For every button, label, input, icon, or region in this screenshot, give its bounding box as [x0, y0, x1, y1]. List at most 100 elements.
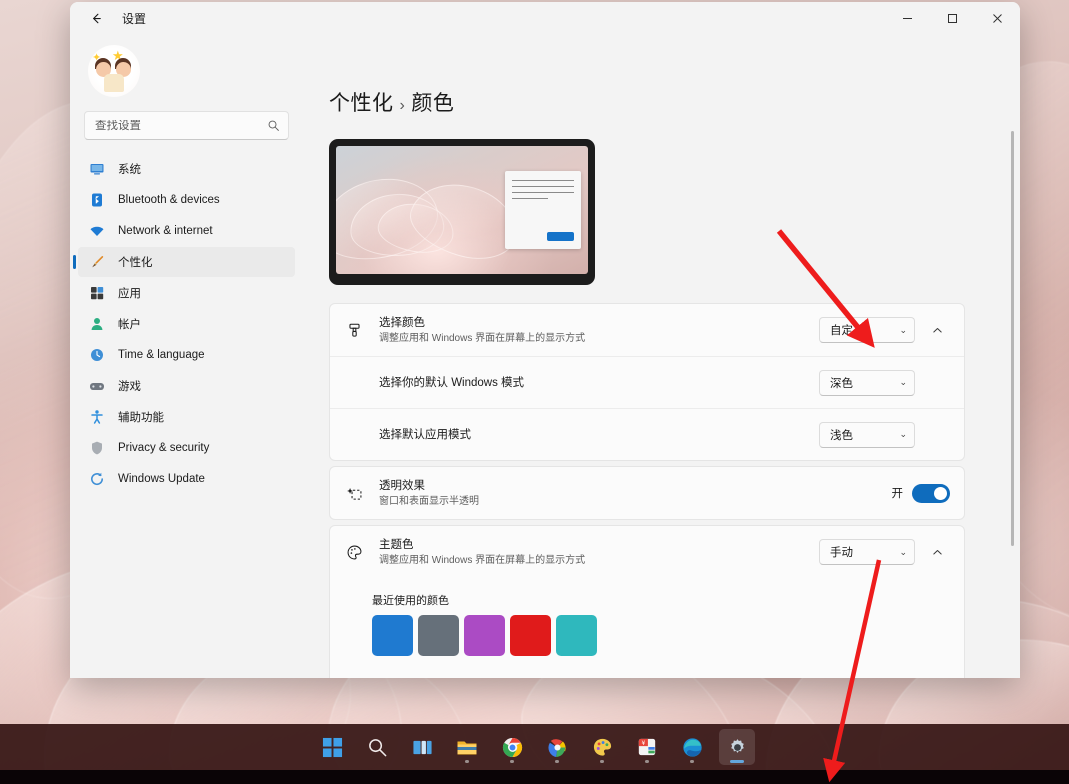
chevron-up-icon — [932, 547, 943, 558]
row-title: 选择颜色 — [379, 315, 819, 331]
choose-color-row[interactable]: 选择颜色 调整应用和 Windows 界面在屏幕上的显示方式 自定义 ⌄ — [330, 304, 964, 356]
avatar[interactable]: ✦ ★ — [88, 45, 140, 97]
app-title: 设置 — [122, 10, 146, 27]
preview-screen — [336, 146, 588, 274]
expand-collapse-button[interactable] — [924, 539, 950, 565]
paint-palette-icon — [592, 737, 613, 758]
screen-bottom-bar — [0, 770, 1069, 784]
close-button[interactable] — [975, 2, 1020, 35]
settings-button[interactable] — [719, 729, 755, 765]
sidebar-item-network-internet[interactable]: Network & internet — [78, 216, 295, 246]
window-body: ✦ ★ 系统 — [70, 35, 1020, 678]
recent-color-swatch[interactable] — [464, 615, 505, 656]
edge-button[interactable] — [674, 729, 710, 765]
search-icon — [367, 737, 388, 758]
expand-collapse-button[interactable] — [924, 317, 950, 343]
row-title: 选择你的默认 Windows 模式 — [379, 375, 819, 391]
photos-icon — [547, 737, 568, 758]
maximize-icon — [947, 13, 958, 24]
paint-button[interactable] — [584, 729, 620, 765]
accent-color-row[interactable]: 主题色 调整应用和 Windows 界面在屏幕上的显示方式 手动 ⌄ — [330, 526, 964, 578]
shield-icon — [88, 439, 106, 457]
breadcrumb: 个性化›颜色 — [329, 87, 990, 117]
sidebar-item-time-language[interactable]: Time & language — [78, 340, 295, 370]
row-text: 选择你的默认 Windows 模式 — [379, 375, 819, 391]
maximize-button[interactable] — [930, 2, 975, 35]
running-indicator — [555, 760, 559, 763]
monitor-preview — [329, 139, 595, 285]
row-subtitle: 窗口和表面显示半透明 — [379, 495, 892, 509]
settings-cards: 选择颜色 调整应用和 Windows 界面在屏幕上的显示方式 自定义 ⌄ — [329, 303, 965, 678]
choose-color-card: 选择颜色 调整应用和 Windows 界面在屏幕上的显示方式 自定义 ⌄ — [329, 303, 965, 461]
breadcrumb-separator-icon: › — [400, 97, 406, 114]
default-windows-mode-dropdown[interactable]: 深色 ⌄ — [819, 370, 915, 396]
dropdown-value: 深色 — [830, 375, 853, 391]
default-windows-mode-row[interactable]: 选择你的默认 Windows 模式 深色 ⌄ — [330, 356, 964, 408]
default-app-mode-row[interactable]: 选择默认应用模式 浅色 ⌄ — [330, 408, 964, 460]
sidebar-item-gaming[interactable]: 游戏 — [78, 371, 295, 401]
bluetooth-icon — [88, 191, 106, 209]
apps-icon — [88, 284, 106, 302]
paintbrush-icon — [343, 322, 365, 339]
accent-color-card: 主题色 调整应用和 Windows 界面在屏幕上的显示方式 手动 ⌄ — [329, 525, 965, 678]
accent-mode-dropdown[interactable]: 手动 ⌄ — [819, 539, 915, 565]
sidebar-item-windows-update[interactable]: Windows Update — [78, 464, 295, 494]
transparency-toggle[interactable] — [912, 484, 950, 503]
preview-text-line — [512, 192, 574, 193]
default-app-mode-dropdown[interactable]: 浅色 ⌄ — [819, 422, 915, 448]
file-explorer-button[interactable] — [449, 729, 485, 765]
row-controls: 自定义 ⌄ — [819, 317, 950, 343]
sidebar-item-label: Windows Update — [118, 473, 205, 485]
recent-color-swatch[interactable] — [372, 615, 413, 656]
sidebar-item-accessibility[interactable]: 辅助功能 — [78, 402, 295, 432]
toggle-knob — [934, 487, 947, 500]
main-content: 个性化›颜色 — [303, 35, 1020, 678]
back-arrow-icon — [89, 11, 104, 26]
recent-color-swatch[interactable] — [510, 615, 551, 656]
wifi-icon — [88, 222, 106, 240]
photos-button[interactable] — [539, 729, 575, 765]
choose-color-dropdown[interactable]: 自定义 ⌄ — [819, 317, 915, 343]
sidebar-item-label: Privacy & security — [118, 442, 209, 454]
transparency-row[interactable]: 透明效果 窗口和表面显示半透明 开 — [330, 467, 964, 519]
sidebar-item-apps[interactable]: 应用 — [78, 278, 295, 308]
system-monitor-icon — [88, 160, 106, 178]
dropdown-value: 自定义 — [830, 322, 865, 338]
start-button[interactable] — [314, 729, 350, 765]
row-text: 选择颜色 调整应用和 Windows 界面在屏幕上的显示方式 — [379, 315, 819, 346]
row-controls: 手动 ⌄ — [819, 539, 950, 565]
sidebar-item-label: 辅助功能 — [118, 409, 164, 425]
account-icon — [88, 315, 106, 333]
row-subtitle: 调整应用和 Windows 界面在屏幕上的显示方式 — [379, 332, 819, 346]
sidebar-item-accounts[interactable]: 帐户 — [78, 309, 295, 339]
sidebar-item-bluetooth-devices[interactable]: Bluetooth & devices — [78, 185, 295, 215]
chevron-down-icon: ⌄ — [899, 377, 907, 388]
palette-icon — [343, 544, 365, 561]
sidebar-item-label: Bluetooth & devices — [118, 194, 220, 206]
breadcrumb-parent[interactable]: 个性化 — [329, 92, 394, 115]
running-indicator — [465, 760, 469, 763]
recent-colors-label: 最近使用的颜色 — [372, 592, 964, 608]
running-indicator — [730, 760, 744, 763]
running-indicator — [690, 760, 694, 763]
minimize-button[interactable] — [885, 2, 930, 35]
chevron-up-icon — [932, 325, 943, 336]
wps-button[interactable]: ¥ — [629, 729, 665, 765]
sidebar-item-personalization[interactable]: 个性化 — [78, 247, 295, 277]
search-input[interactable] — [95, 120, 267, 132]
search-box[interactable] — [84, 111, 289, 140]
recent-color-swatch[interactable] — [556, 615, 597, 656]
recent-color-swatch[interactable] — [418, 615, 459, 656]
search-button[interactable] — [359, 729, 395, 765]
sidebar: ✦ ★ 系统 — [70, 35, 303, 678]
sidebar-nav: 系统 Bluetooth & devices Network & interne… — [78, 154, 295, 494]
sidebar-item-privacy-security[interactable]: Privacy & security — [78, 433, 295, 463]
scrollbar[interactable] — [1011, 131, 1014, 546]
taskbar: ¥ — [0, 724, 1069, 770]
back-button[interactable] — [80, 4, 112, 34]
accessibility-icon — [88, 408, 106, 426]
sidebar-item-label: 系统 — [118, 161, 141, 177]
chrome-button[interactable] — [494, 729, 530, 765]
sidebar-item-system[interactable]: 系统 — [78, 154, 295, 184]
task-view-button[interactable] — [404, 729, 440, 765]
